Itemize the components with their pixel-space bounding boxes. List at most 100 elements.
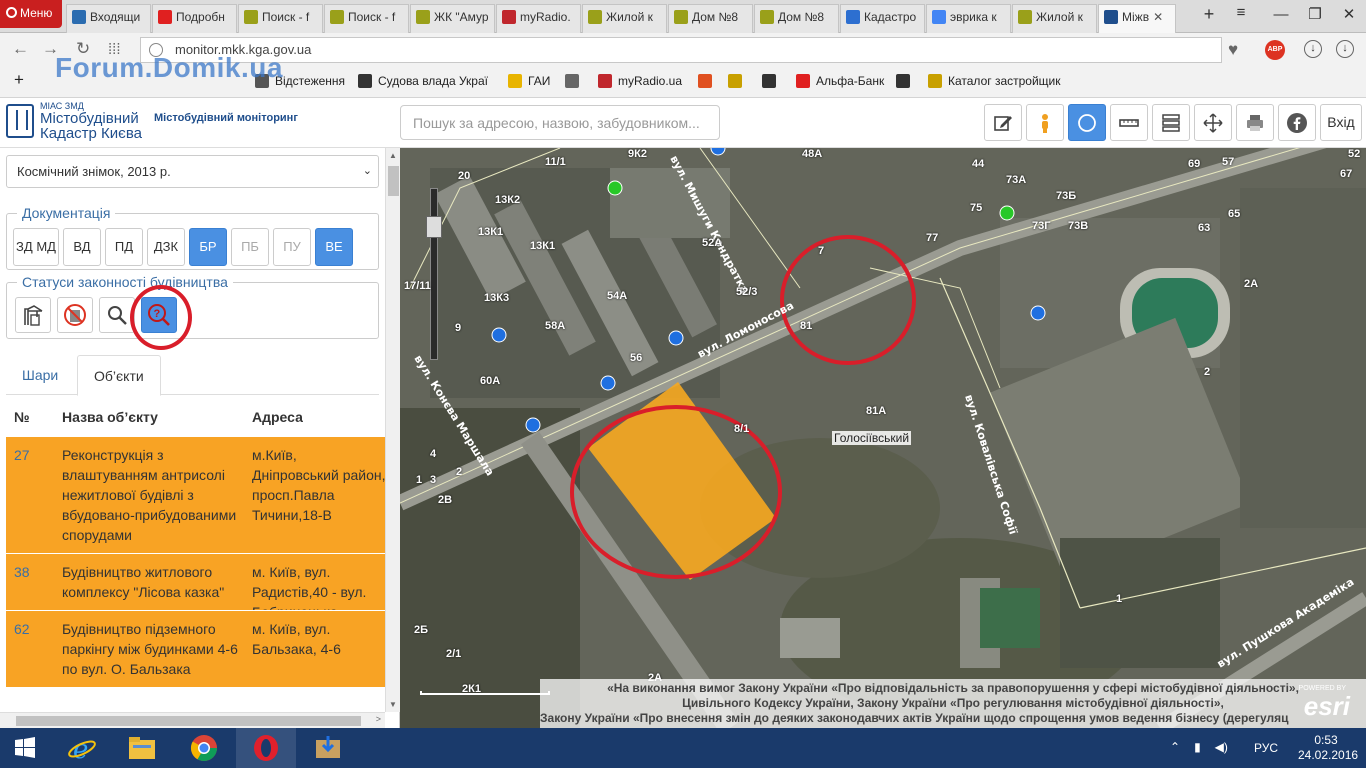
measure-button[interactable] — [1110, 104, 1148, 141]
browser-tab[interactable]: Жилой к — [582, 4, 667, 33]
table-row[interactable]: 38 Будівництво житлового комплексу "Лісов… — [6, 553, 385, 620]
browser-tab[interactable]: Поиск - f — [324, 4, 409, 33]
table-row[interactable]: 27 Реконструкція з влаштуванням антрисолі… — [6, 436, 386, 553]
browser-tab[interactable]: Дом №8 — [668, 4, 753, 33]
bookmark-item[interactable]: myRadio.ua — [598, 74, 682, 88]
start-button[interactable] — [0, 728, 50, 768]
opera-menu-button[interactable]: Меню — [0, 0, 62, 28]
zoom-slider[interactable] — [430, 188, 438, 360]
taskbar-ie[interactable]: e — [52, 728, 112, 768]
language-indicator[interactable]: РУС — [1254, 741, 1278, 755]
bookmark-item[interactable] — [698, 74, 718, 88]
doc-button[interactable]: ПУ — [273, 228, 311, 266]
sidebar-horizontal-scrollbar[interactable]: > — [0, 712, 385, 728]
network-icon[interactable]: ▮ — [1194, 740, 1201, 754]
login-button[interactable]: Вхід — [1320, 104, 1362, 141]
blue-marker[interactable] — [525, 417, 541, 433]
tab-title: Входящи — [90, 10, 141, 24]
browser-tab[interactable]: myRadio. — [496, 4, 581, 33]
center-button[interactable] — [1194, 104, 1232, 141]
browser-tab[interactable]: ЖК "Амур — [410, 4, 495, 33]
bookmark-item[interactable]: Судова влада Украї — [358, 74, 488, 88]
doc-button[interactable]: ВД — [63, 228, 101, 266]
scroll-down-icon[interactable]: ▼ — [389, 700, 397, 709]
navigate-button[interactable] — [1068, 104, 1106, 141]
tab-objects[interactable]: Об’єкти — [77, 355, 161, 396]
scroll-up-icon[interactable]: ▲ — [389, 151, 397, 160]
row-num[interactable]: 27 — [14, 445, 30, 465]
browser-tab[interactable]: Дом №8 — [754, 4, 839, 33]
zoom-slider-handle[interactable] — [426, 216, 442, 238]
taskbar-opera[interactable] — [236, 728, 296, 768]
green-marker[interactable] — [999, 205, 1015, 221]
tray-expand-icon[interactable]: ⌃ — [1170, 740, 1180, 754]
green-marker[interactable] — [607, 180, 623, 196]
tab-layers[interactable]: Шари — [6, 355, 74, 396]
browser-tab[interactable]: Входящи — [66, 4, 151, 33]
house-number-label: 73Г — [1032, 220, 1051, 232]
browser-tab[interactable]: Подробн — [152, 4, 237, 33]
browser-tab[interactable]: Жилой к — [1012, 4, 1097, 33]
row-num[interactable]: 38 — [14, 562, 30, 582]
blue-marker[interactable] — [1030, 305, 1046, 321]
doc-button[interactable]: ЗД МД — [13, 228, 59, 266]
minimize-icon[interactable]: — — [1264, 4, 1298, 26]
close-tab-icon[interactable]: ✕ — [1153, 10, 1163, 24]
bookmark-item[interactable] — [896, 74, 916, 88]
scroll-thumb[interactable] — [388, 166, 399, 196]
status-construction-button[interactable] — [15, 297, 51, 333]
blue-marker[interactable] — [668, 330, 684, 346]
bookmark-item[interactable]: ГАИ — [508, 74, 550, 88]
map-view[interactable]: вул. Мишуги Кондратка вул. Ломоносова ву… — [400, 148, 1366, 728]
house-number-label: 13К2 — [495, 194, 521, 206]
basemap-select[interactable]: Космічний знімок, 2013 р. ⌄ — [6, 155, 379, 188]
bookmark-item[interactable]: Каталог застройщик — [928, 74, 1061, 88]
adblock-icon[interactable]: ABP — [1265, 40, 1285, 60]
print-button[interactable] — [1236, 104, 1274, 141]
doc-button[interactable]: ПД — [105, 228, 143, 266]
url-field[interactable]: monitor.mkk.kga.gov.ua — [140, 37, 1222, 63]
doc-button[interactable]: ПБ — [231, 228, 269, 266]
bookmark-item[interactable] — [762, 74, 782, 88]
facebook-button[interactable] — [1278, 104, 1316, 141]
back-icon[interactable]: ← — [12, 39, 29, 59]
add-bookmark-icon[interactable]: + — [14, 70, 24, 90]
doc-button[interactable]: ДЗК — [147, 228, 185, 266]
address-search-input[interactable]: Пошук за адресою, назвою, забудовником..… — [400, 105, 720, 140]
new-tab-button[interactable]: + — [1196, 4, 1222, 25]
tab-favicon-icon — [158, 10, 172, 24]
bookmark-heart-icon[interactable]: ♥ — [1228, 40, 1238, 60]
clock[interactable]: 0:53 24.02.2016 — [1298, 733, 1358, 763]
svg-text:e: e — [73, 735, 88, 763]
taskbar-explorer[interactable] — [112, 728, 172, 768]
profile-download-icon[interactable]: ↓ — [1336, 40, 1354, 58]
doc-button[interactable]: ВЕ — [315, 228, 353, 266]
download-icon[interactable]: ↓ — [1304, 40, 1322, 58]
taskbar-chrome[interactable] — [174, 728, 234, 768]
blue-marker[interactable] — [600, 375, 616, 391]
browser-tab[interactable]: Кадастро — [840, 4, 925, 33]
kyiv-logo-icon[interactable] — [6, 104, 34, 138]
bookmark-item[interactable] — [565, 74, 585, 88]
sidebar-vertical-scrollbar[interactable]: ▲ ▼ — [385, 148, 400, 712]
status-illegal-button[interactable] — [57, 297, 93, 333]
row-num[interactable]: 62 — [14, 619, 30, 639]
doc-button[interactable]: БР — [189, 228, 227, 266]
taskbar-app[interactable] — [298, 728, 358, 768]
volume-icon[interactable]: ◀) — [1215, 740, 1228, 754]
close-window-icon[interactable]: ✕ — [1332, 4, 1366, 26]
browser-tab[interactable]: эврика к — [926, 4, 1011, 33]
bookmark-item[interactable]: Альфа-Банк — [796, 74, 884, 88]
browser-tab[interactable]: Міжв ✕ — [1098, 4, 1176, 33]
layers-button[interactable] — [1152, 104, 1190, 141]
browser-tab[interactable]: Поиск - f — [238, 4, 323, 33]
streetview-button[interactable] — [1026, 104, 1064, 141]
maximize-icon[interactable]: ❐ — [1298, 4, 1332, 26]
bookmark-item[interactable] — [728, 74, 748, 88]
hscroll-thumb[interactable] — [16, 716, 361, 726]
tab-menu-icon[interactable]: ≡ — [1228, 4, 1254, 21]
edit-button[interactable] — [984, 104, 1022, 141]
blue-marker[interactable] — [491, 327, 507, 343]
table-row[interactable]: 62 Будівництво підземного паркінгу між бу… — [6, 610, 385, 687]
scroll-right-icon[interactable]: > — [376, 714, 381, 724]
